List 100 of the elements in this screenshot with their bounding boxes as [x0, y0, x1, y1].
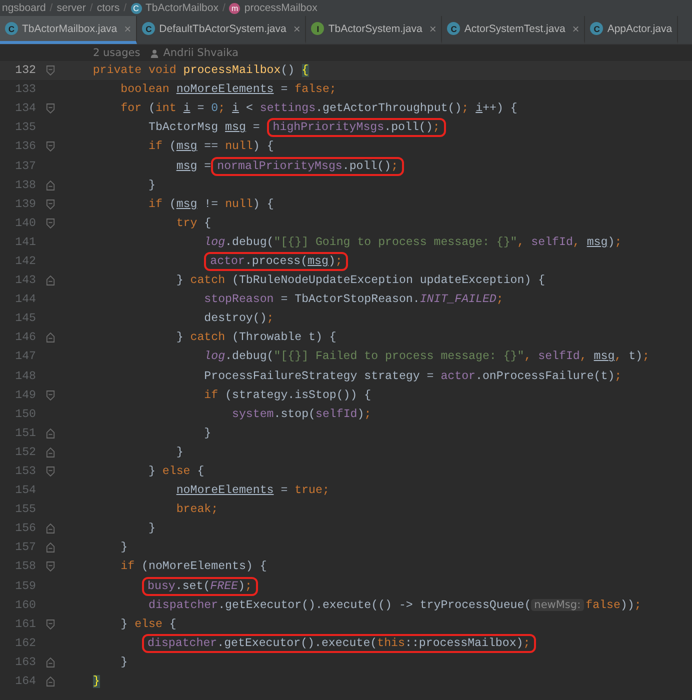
fold-icon[interactable] [46, 180, 55, 191]
code-text: if (msg != null) { [148, 198, 274, 211]
code-text: destroy(); [204, 312, 274, 326]
code-text: } [148, 522, 156, 536]
code-text: if (msg == null) { [148, 140, 274, 154]
code-text: stopReason = TbActorStopReason.INIT_FAILED; [204, 293, 504, 306]
line-number: 138 [14, 178, 36, 192]
line-number: 163 [14, 656, 36, 669]
code-text: system.stop(selfId); [232, 408, 372, 421]
code-text: private void processMailbox() { [92, 64, 309, 78]
line-number: 137 [14, 160, 36, 173]
breadcrumb-separator: / [50, 2, 53, 14]
fold-icon[interactable] [46, 428, 55, 439]
line-number: 144 [14, 293, 36, 306]
fold-icon[interactable] [46, 561, 55, 572]
fold-icon[interactable] [46, 446, 55, 458]
line-number: 148 [14, 370, 36, 383]
fold-icon[interactable] [46, 218, 55, 229]
editor-tab[interactable]: C ActorSystemTest.java × [442, 16, 586, 44]
highlighted-code: dispatcher.getExecutor().execute(this::processMailbox); [144, 636, 534, 650]
breadcrumb-item[interactable]: ngsboard [2, 2, 46, 14]
line-number: 146 [14, 331, 36, 344]
fold-icon[interactable] [46, 523, 55, 534]
editor-tab[interactable]: C TbActorMailbox.java × [0, 16, 138, 44]
line-number: 164 [14, 675, 36, 688]
close-icon[interactable]: × [429, 22, 436, 36]
breadcrumb-item[interactable]: ctors [96, 2, 120, 14]
breadcrumb-separator: / [124, 2, 127, 14]
line-number: 151 [14, 426, 36, 440]
code-text: try { [176, 216, 212, 230]
class-icon: C [590, 22, 604, 35]
class-icon: I [311, 22, 324, 35]
line-number: 145 [14, 312, 36, 326]
close-icon[interactable]: × [124, 22, 132, 36]
code-text: } [176, 446, 184, 459]
fold-icon[interactable] [46, 618, 55, 630]
code-text: false)); [586, 598, 642, 612]
code-text: boolean noMoreElements = false; [120, 83, 336, 96]
line-number: 132 [14, 64, 36, 78]
code-text: } else { [120, 618, 176, 631]
line-number: 136 [14, 140, 36, 154]
code-text: if (noMoreElements) { [120, 560, 267, 574]
highlighted-code: normalPriorityMsgs.poll(); [214, 160, 402, 173]
usages-hint[interactable]: 2 usages [93, 47, 140, 59]
highlighted-code: highPriorityMsgs.poll(); [270, 121, 443, 134]
line-number: 135 [14, 121, 36, 134]
fold-icon[interactable] [46, 676, 55, 688]
class-icon: m [229, 2, 240, 14]
fold-icon[interactable] [46, 390, 55, 401]
line-number: 142 [14, 254, 36, 268]
highlighted-code: actor.process(msg); [207, 254, 346, 268]
line-number: 161 [14, 618, 36, 631]
line-number: 160 [14, 598, 36, 612]
breadcrumb-item[interactable]: TbActorMailbox [146, 2, 218, 14]
close-icon[interactable]: × [572, 22, 580, 36]
line-number: 159 [14, 580, 36, 593]
breadcrumb-item[interactable]: processMailbox [244, 2, 318, 14]
code-text: ProcessFailureStrategy strategy = actor.onProcessFailure(t); [204, 370, 622, 383]
code-text: } [148, 178, 156, 192]
fold-icon[interactable] [46, 332, 55, 344]
code-text: TbActorMsg msg = [148, 121, 261, 134]
code-text: } [120, 656, 128, 669]
code-text: } catch (Throwable t) { [176, 331, 336, 344]
code-text: } else { [148, 465, 204, 478]
fold-icon[interactable] [46, 542, 55, 554]
line-number: 140 [14, 216, 36, 230]
line-number: 147 [14, 350, 36, 364]
line-number: 155 [14, 503, 36, 516]
person-icon [150, 48, 160, 58]
code-text: } [204, 426, 212, 440]
line-number: 139 [14, 198, 36, 211]
code-text: msg = [176, 160, 212, 173]
editor-tab[interactable]: C DefaultTbActorSystem.java × [137, 16, 306, 44]
line-number: 141 [14, 236, 36, 249]
code-text: } [92, 675, 100, 688]
code-text: break; [176, 503, 218, 516]
class-icon: C [447, 22, 460, 35]
fold-icon[interactable] [46, 103, 55, 114]
code-text: noMoreElements = true; [176, 484, 330, 498]
line-number: 156 [14, 522, 36, 536]
parameter-hint: newMsg: [531, 599, 584, 612]
fold-icon[interactable] [46, 141, 55, 152]
close-icon[interactable]: × [293, 22, 300, 36]
breadcrumb-item[interactable]: server [56, 2, 86, 14]
editor-tab[interactable]: I TbActorSystem.java × [306, 16, 442, 44]
fold-icon[interactable] [46, 198, 55, 210]
code-text: for (int i = 0; i < settings.getActorThroughput(); i++) { [120, 102, 518, 116]
code-text: log.debug("[{}] Going to process message: {}", selfId, msg); [204, 236, 622, 249]
line-number: 157 [14, 541, 36, 554]
fold-icon[interactable] [46, 656, 55, 668]
editor-tab[interactable]: C AppActor.java [585, 16, 678, 44]
class-icon: C [5, 22, 18, 35]
line-number: 152 [14, 446, 36, 459]
author-hint[interactable]: Andrii Shvaika [163, 47, 238, 59]
fold-icon[interactable] [46, 65, 55, 76]
line-number: 153 [14, 465, 36, 478]
fold-icon[interactable] [46, 275, 55, 286]
fold-icon[interactable] [46, 466, 55, 478]
code-text: } [120, 541, 128, 554]
class-icon: C [130, 2, 142, 14]
